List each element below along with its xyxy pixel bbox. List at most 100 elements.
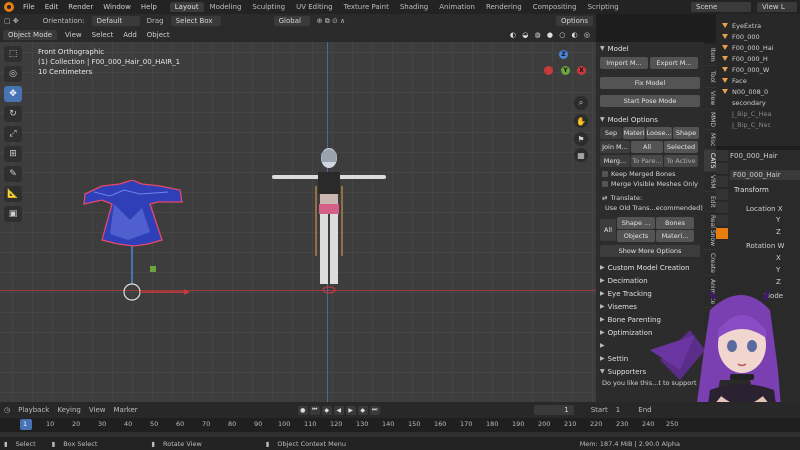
translate-materials-button[interactable]: Materi... xyxy=(656,230,694,242)
merge-visible-checkbox[interactable]: Merge Visible Meshes Only xyxy=(602,179,698,189)
show-more-options-button[interactable]: Show More Options xyxy=(600,245,700,257)
tab-layout[interactable]: Layout xyxy=(169,2,204,12)
gizmo-z-icon[interactable]: Z xyxy=(559,50,568,59)
tab-rendering[interactable]: Rendering xyxy=(481,2,527,12)
tab-compositing[interactable]: Compositing xyxy=(528,2,582,12)
tab-misc[interactable]: Misc xyxy=(704,130,716,150)
menu-object[interactable]: Object xyxy=(147,31,170,39)
object-props-icon[interactable] xyxy=(716,228,728,240)
join-all-button[interactable]: All xyxy=(631,141,663,153)
menu-keying[interactable]: Keying xyxy=(57,406,81,414)
transform-icon[interactable]: ⊞ xyxy=(4,146,22,162)
play-reverse-icon[interactable]: ◀ xyxy=(333,405,344,415)
tab-create[interactable]: Create xyxy=(704,250,716,276)
outliner-item[interactable]: J_Bip_C_Hea xyxy=(716,108,800,119)
outliner-item[interactable]: Face xyxy=(716,75,800,86)
merge-to-parent-button[interactable]: To Pare... xyxy=(631,155,663,167)
translate-bones-button[interactable]: Bones xyxy=(656,217,694,229)
character-model[interactable] xyxy=(270,146,390,296)
export-model-button[interactable]: Export M... xyxy=(650,57,698,69)
gizmo-x-icon[interactable]: X xyxy=(577,66,586,75)
annotate-icon[interactable]: ✎ xyxy=(4,166,22,182)
orientation-dropdown[interactable]: Default xyxy=(91,16,140,26)
menu-render[interactable]: Render xyxy=(63,3,98,11)
options-dropdown[interactable]: Options xyxy=(555,16,593,26)
outliner-item[interactable]: F00_000_W xyxy=(716,64,800,75)
play-icon[interactable]: ▶ xyxy=(345,405,356,415)
tab-item[interactable]: Item xyxy=(704,44,716,66)
merge-to-active-button[interactable]: To Active xyxy=(664,155,698,167)
selected-hair-object[interactable] xyxy=(80,180,190,340)
tool-props-icon[interactable] xyxy=(716,150,728,162)
tab-mmd[interactable]: MMD xyxy=(704,110,716,130)
gizmo-negx-icon[interactable] xyxy=(544,66,553,75)
tab-real-snow[interactable]: Real Snow xyxy=(704,212,716,250)
world-props-icon[interactable] xyxy=(716,215,728,227)
outliner-item[interactable]: F00_000 xyxy=(716,31,800,42)
translate-objects-button[interactable]: Objects xyxy=(617,230,655,242)
scene-selector[interactable]: Scene xyxy=(691,2,751,12)
transform-space-dropdown[interactable]: Global xyxy=(273,16,310,26)
translate-all-button[interactable]: All xyxy=(600,218,616,241)
render-props-icon[interactable] xyxy=(716,163,728,175)
transform-tool-icon[interactable]: ▢ ✥ xyxy=(4,17,19,25)
grid-view-icon[interactable]: ▦ xyxy=(574,148,588,162)
next-key-icon[interactable]: ◆ xyxy=(357,405,368,415)
tab-tool[interactable]: Tool xyxy=(704,66,716,88)
tab-sculpting[interactable]: Sculpting xyxy=(247,2,290,12)
tab-cats[interactable]: CATS xyxy=(704,150,716,172)
tab-view[interactable]: View xyxy=(704,88,716,110)
menu-view-timeline[interactable]: View xyxy=(89,406,106,414)
join-selected-button[interactable]: Selected xyxy=(664,141,698,153)
object-name-input[interactable]: F00_000_Hair xyxy=(730,170,800,180)
add-cube-icon[interactable]: ▣ xyxy=(4,206,22,222)
transform-section-title[interactable]: Transform xyxy=(734,186,769,194)
3d-viewport[interactable]: Front Orthographic (1) Collection | F00_… xyxy=(0,42,596,402)
current-frame-field[interactable]: 1 xyxy=(533,405,574,415)
outliner-item[interactable]: N00_008_0 xyxy=(716,86,800,97)
menu-view[interactable]: View xyxy=(65,31,82,39)
record-icon[interactable]: ● xyxy=(297,405,308,415)
view-layer-props-icon[interactable] xyxy=(716,189,728,201)
scene-props-icon[interactable] xyxy=(716,202,728,214)
import-model-button[interactable]: Import M... xyxy=(600,57,648,69)
pan-hand-icon[interactable]: ✋ xyxy=(574,114,588,128)
menu-playback[interactable]: Playback xyxy=(18,406,49,414)
move-icon[interactable]: ✥ xyxy=(4,86,22,102)
tab-vrm[interactable]: VRM xyxy=(704,172,716,192)
prev-key-icon[interactable]: ◆ xyxy=(321,405,332,415)
blender-logo-icon[interactable] xyxy=(4,2,14,12)
start-pose-mode-button[interactable]: Start Pose Mode xyxy=(600,95,700,107)
menu-add[interactable]: Add xyxy=(123,31,137,39)
tab-texture-paint[interactable]: Texture Paint xyxy=(339,2,394,12)
menu-window[interactable]: Window xyxy=(98,3,136,11)
separate-shape-button[interactable]: Shape xyxy=(673,127,699,139)
jump-end-icon[interactable]: ⏭ xyxy=(369,405,380,415)
shading-icons[interactable]: ◐ ◒ ◍ ● ○ ◐ ◎ xyxy=(510,31,592,39)
outliner-item[interactable]: secondary xyxy=(716,97,800,108)
tab-modeling[interactable]: Modeling xyxy=(205,2,247,12)
start-field[interactable]: 1 xyxy=(616,406,620,414)
menu-help[interactable]: Help xyxy=(136,3,162,11)
gizmo-y-icon[interactable]: Y xyxy=(561,66,570,75)
section-custom-model[interactable]: ▶ Custom Model Creation xyxy=(596,261,704,274)
section-decimation[interactable]: ▶ Decimation xyxy=(596,274,704,287)
outliner-item[interactable]: J_Bip_C_Nec xyxy=(716,119,800,130)
outliner-item[interactable]: EyeExtra xyxy=(716,20,800,31)
separate-materials-button[interactable]: Materi xyxy=(623,127,645,139)
jump-start-icon[interactable]: ⏮ xyxy=(309,405,320,415)
tab-edit[interactable]: Edit xyxy=(704,192,716,212)
drag-dropdown[interactable]: Select Box xyxy=(170,16,221,26)
measure-icon[interactable]: 📐 xyxy=(4,186,22,202)
scale-icon[interactable]: ⤢ xyxy=(4,126,22,142)
cursor-icon[interactable]: ◎ xyxy=(4,66,22,82)
mode-dropdown[interactable]: Object Mode xyxy=(3,30,57,40)
model-options-header[interactable]: ▼ Model Options xyxy=(596,113,704,126)
translate-shape-button[interactable]: Shape ... xyxy=(617,217,655,229)
menu-edit[interactable]: Edit xyxy=(40,3,64,11)
tab-shading[interactable]: Shading xyxy=(395,2,433,12)
outliner-item[interactable]: F00_000_H xyxy=(716,53,800,64)
snap-icon[interactable]: ⊕ ⧉ ⊙ ∧ xyxy=(317,17,346,26)
use-old-translate-checkbox[interactable]: Use Old Trans...ecommended) xyxy=(602,203,703,213)
outliner-item[interactable]: F00_000_Hai xyxy=(716,42,800,53)
